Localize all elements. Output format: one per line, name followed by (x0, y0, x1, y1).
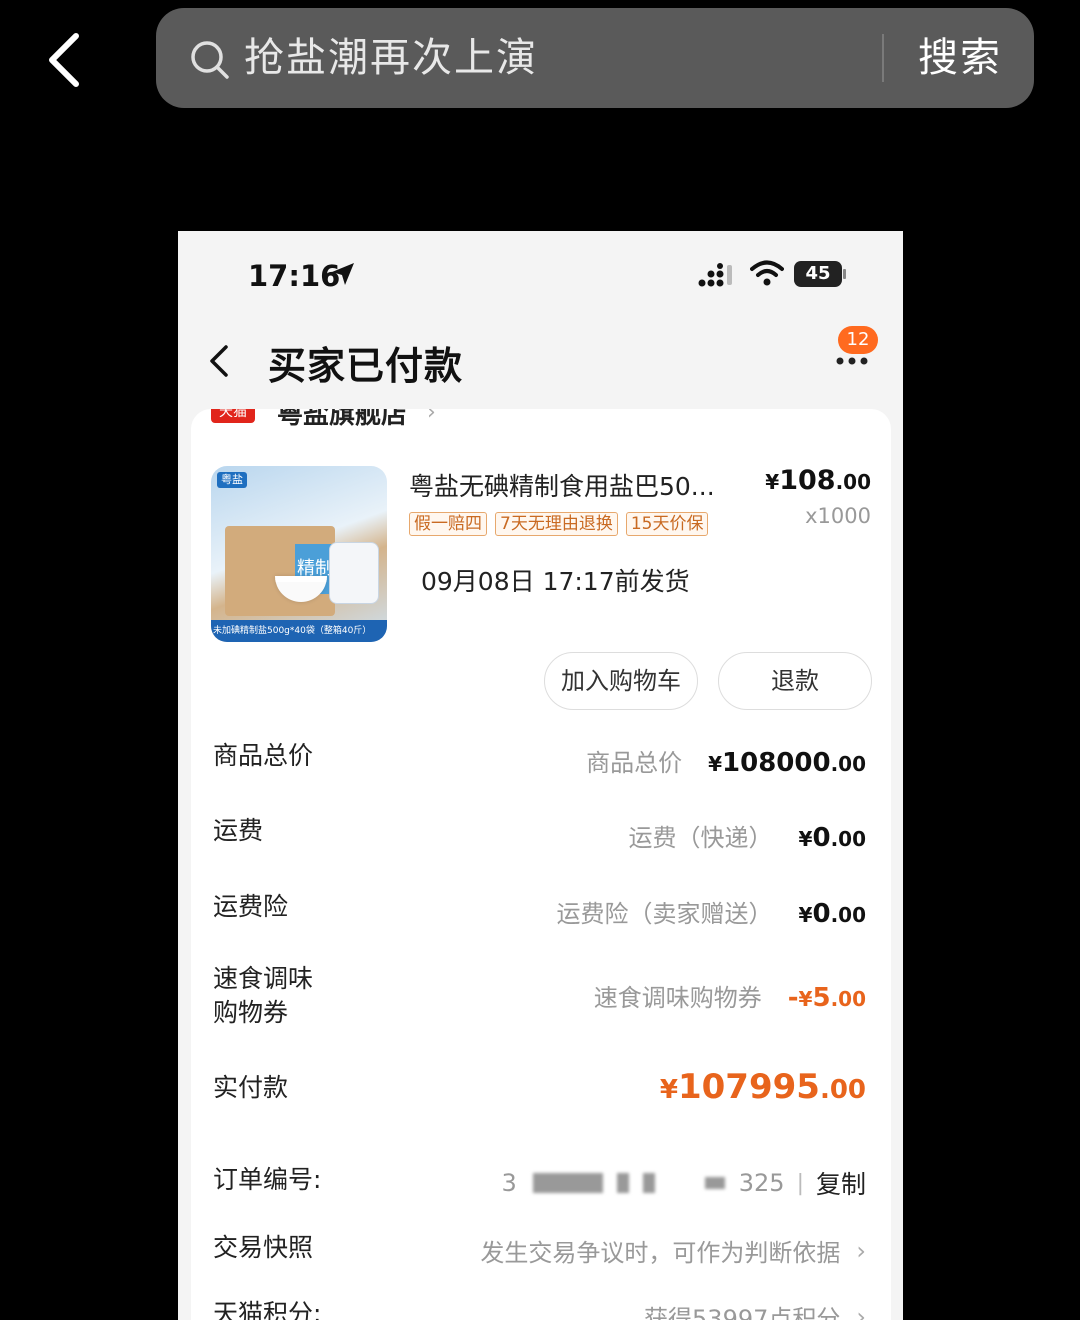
order-screenshot: 17:16 45 买家已付款 12 天猫 粤盐旗舰店 › 粤盐 精制 未加碘精制… (178, 231, 903, 1320)
snapshot-text: 发生交易争议时，可作为判断依据 (480, 1239, 841, 1267)
summary-sub: 运费（快递） (628, 824, 773, 852)
summary-sub: 速食调味购物券 (593, 984, 762, 1012)
points-label: 天猫积分: (213, 1299, 322, 1320)
location-arrow-icon (332, 263, 354, 285)
service-tag: 7天无理由退换 (495, 512, 618, 536)
search-bar[interactable]: 抢盐潮再次上演 搜索 (156, 8, 1034, 108)
wifi-icon (750, 260, 784, 286)
service-tag: 假一赔四 (409, 512, 487, 536)
summary-label: 商品总价 (213, 741, 314, 770)
product-quantity: x1000 (805, 504, 871, 528)
store-row[interactable]: 天猫 粤盐旗舰店 › (211, 409, 436, 430)
copy-button[interactable]: 复制 (816, 1165, 866, 1201)
refund-button[interactable]: 退款 (718, 652, 872, 710)
product-title[interactable]: 粤盐无碘精制食用盐巴50... (409, 467, 715, 503)
search-icon (191, 41, 229, 79)
service-tags: 假一赔四 7天无理由退换 15天价保 (409, 512, 709, 536)
back-icon[interactable] (40, 28, 100, 92)
product-image-strip: 未加碘精制盐500g*40袋（整箱40斤） (211, 620, 387, 642)
summary-label: 运费 (213, 816, 264, 845)
snapshot-label: 交易快照 (213, 1233, 314, 1262)
product-image-bag (329, 542, 379, 604)
search-button[interactable]: 搜索 (918, 32, 1002, 84)
chevron-right-icon: › (856, 1302, 866, 1320)
page-title: 买家已付款 (268, 344, 464, 388)
chevron-right-icon: › (427, 409, 436, 425)
points-text: 获得53997点积分 (644, 1305, 841, 1320)
summary-value: -¥5.00 (787, 983, 866, 1013)
summary-label: 运费险 (213, 892, 289, 921)
search-input[interactable]: 抢盐潮再次上演 (244, 32, 538, 84)
order-number-start: 3 (501, 1169, 517, 1197)
battery-indicator: 45 (794, 261, 846, 287)
paid-label: 实付款 (213, 1073, 289, 1102)
order-number-label: 订单编号: (213, 1165, 322, 1194)
paid-amount: ¥107995.00 (659, 1067, 866, 1107)
order-number-redacted (642, 1173, 655, 1193)
shipping-deadline: 09月08日 17:17前发货 (421, 567, 690, 596)
summary-sub: 商品总价 (586, 749, 683, 777)
product-price: ¥108.00 (765, 465, 871, 496)
store-name: 粤盐旗舰店 (277, 409, 408, 430)
divider: | (796, 1170, 804, 1196)
status-time: 17:16 (248, 259, 341, 293)
summary-sub: 运费险（卖家赠送） (556, 900, 773, 928)
summary-label: 速食调味 购物券 (213, 964, 314, 1027)
order-number-end: 325 (738, 1169, 785, 1197)
message-badge: 12 (838, 326, 878, 354)
order-number-redacted (532, 1173, 603, 1193)
store-tag: 天猫 (211, 409, 255, 423)
summary-value: ¥0.00 (798, 899, 866, 929)
product-image[interactable]: 粤盐 精制 未加碘精制盐500g*40袋（整箱40斤） (211, 466, 387, 642)
order-number-redacted (616, 1173, 629, 1193)
summary-value: ¥0.00 (798, 823, 866, 853)
order-card: 天猫 粤盐旗舰店 › 粤盐 精制 未加碘精制盐500g*40袋（整箱40斤） 粤… (191, 409, 891, 1320)
search-divider (882, 34, 884, 82)
signal-icon (698, 263, 732, 287)
chevron-right-icon: › (856, 1236, 866, 1265)
product-image-logo: 粤盐 (217, 472, 247, 488)
add-to-cart-button[interactable]: 加入购物车 (544, 652, 698, 710)
nav-back-icon[interactable] (206, 343, 234, 379)
battery-level: 45 (794, 261, 842, 287)
order-number-redacted (704, 1177, 725, 1189)
summary-value: ¥108000.00 (708, 748, 866, 778)
service-tag: 15天价保 (625, 512, 709, 536)
